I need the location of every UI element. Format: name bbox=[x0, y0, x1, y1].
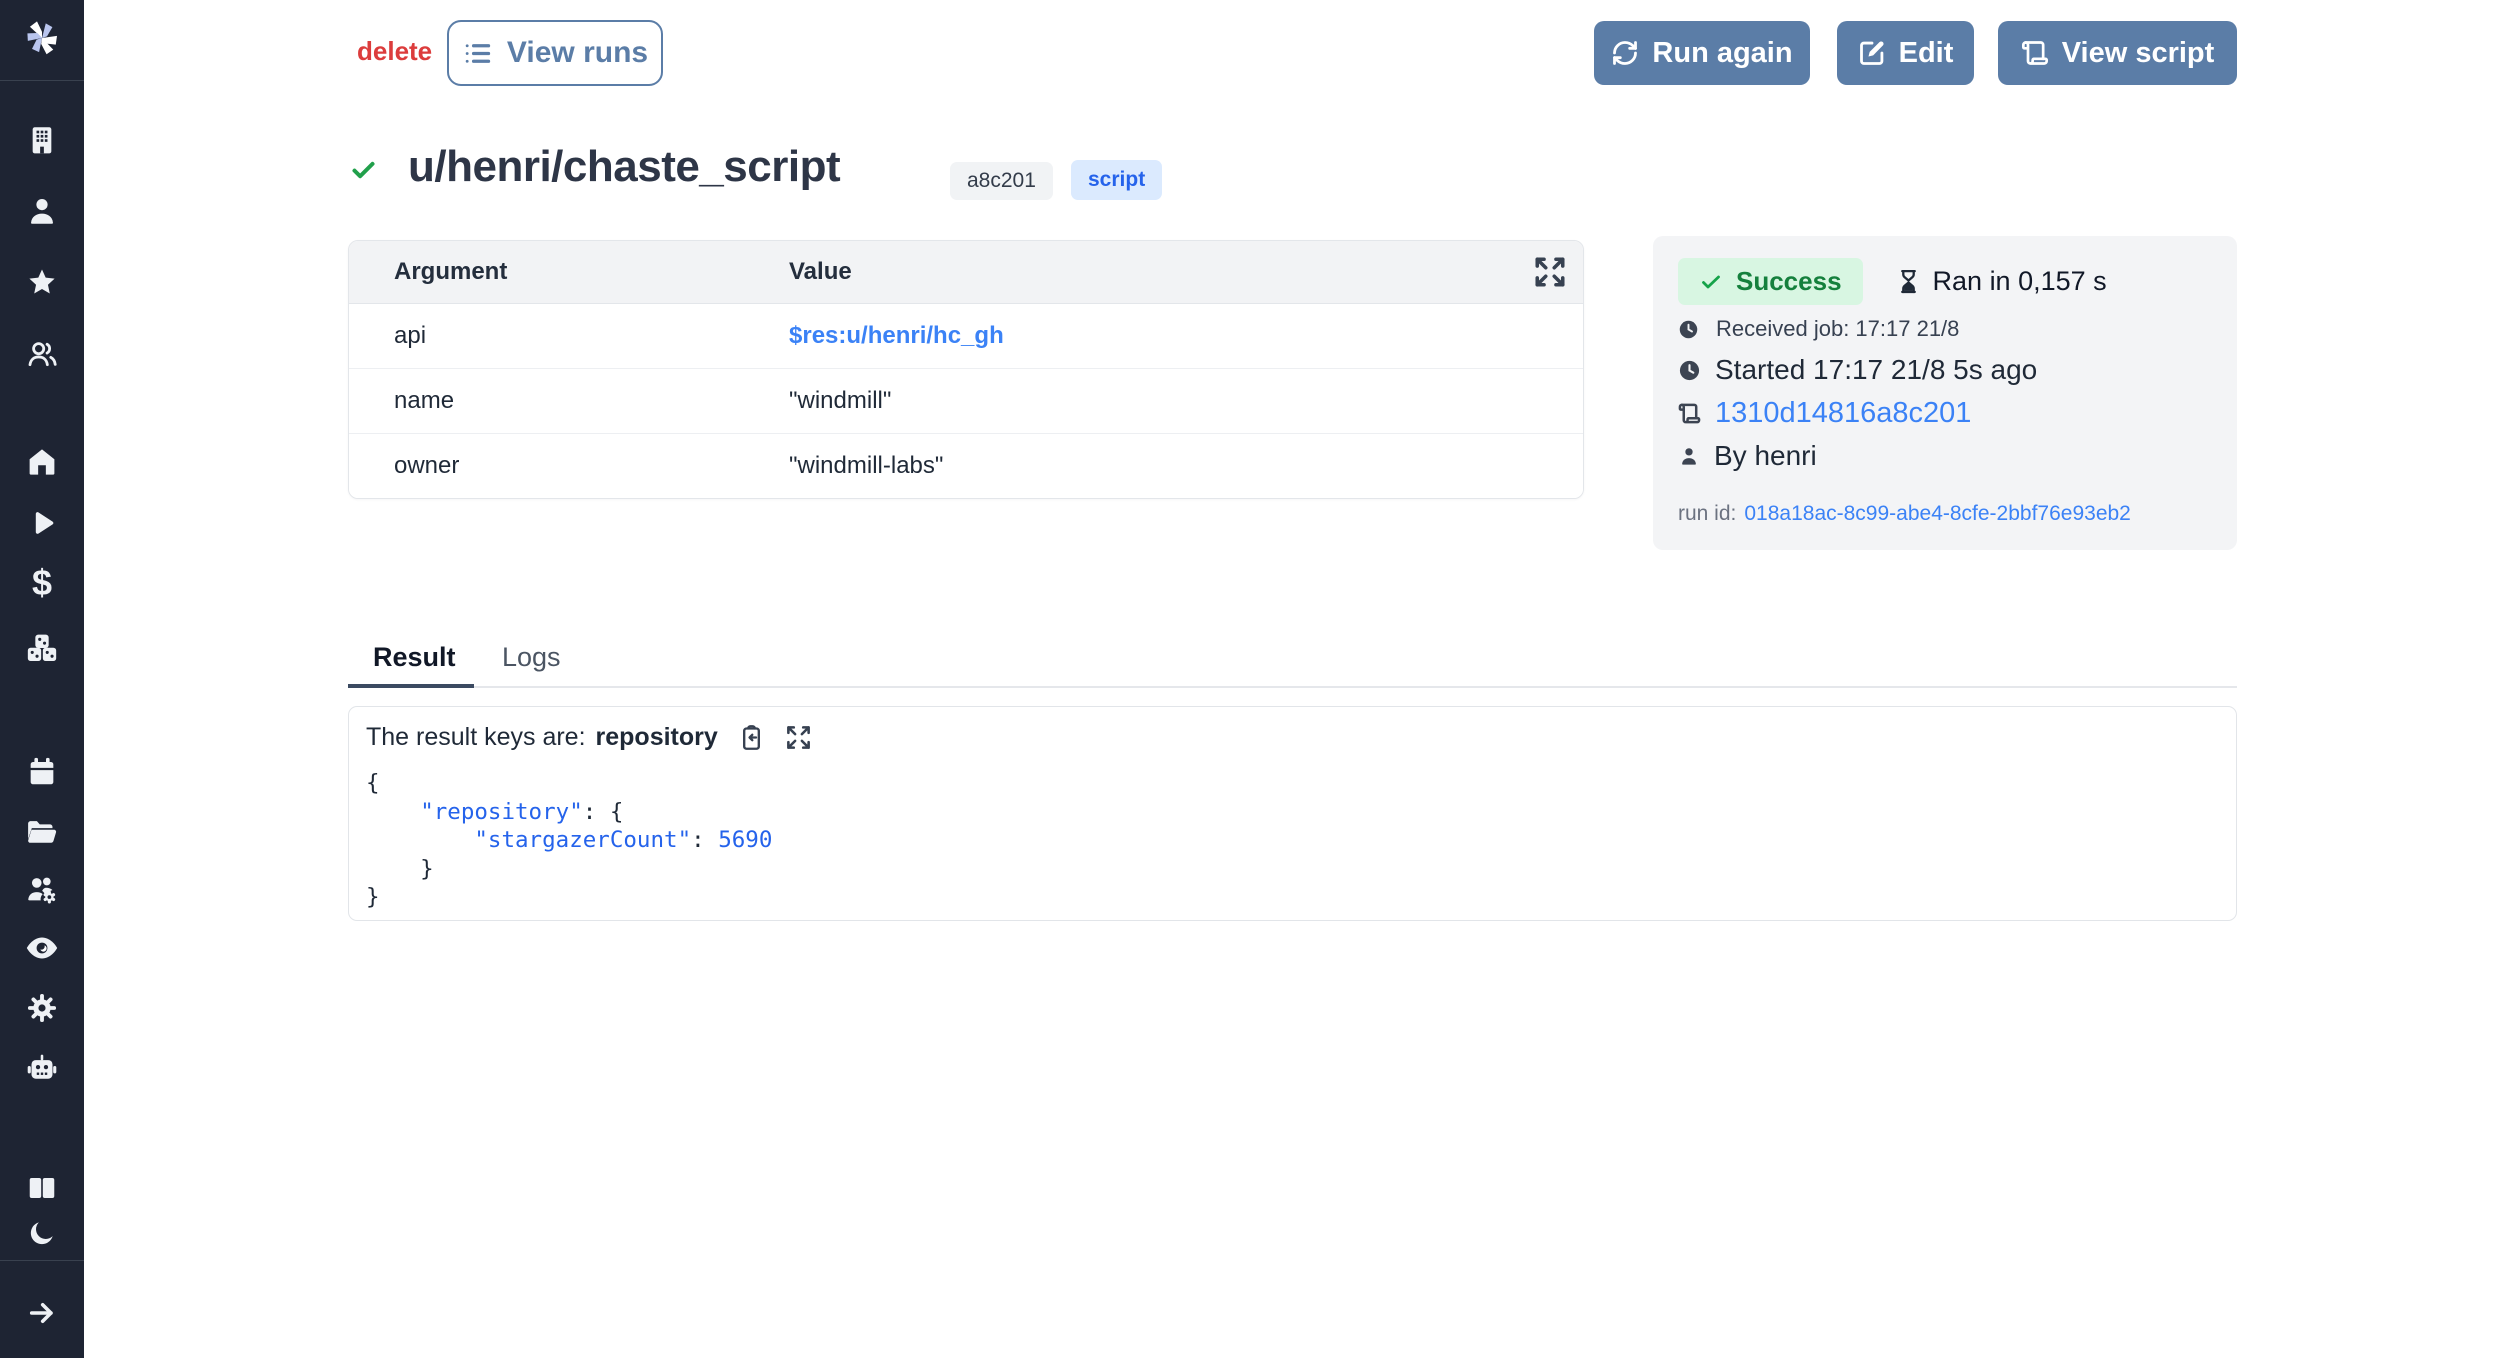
docs-book-icon[interactable] bbox=[26, 1172, 58, 1204]
hash-badge: a8c201 bbox=[950, 162, 1053, 200]
column-header-value: Value bbox=[789, 258, 1583, 286]
page-title: u/henri/chaste_script bbox=[408, 142, 840, 192]
view-runs-label: View runs bbox=[507, 36, 648, 70]
table-row: name "windmill" bbox=[349, 369, 1583, 434]
table-row: api $res:u/henri/hc_gh bbox=[349, 304, 1583, 369]
result-keys-prefix: The result keys are: bbox=[366, 723, 586, 752]
run-status-card: Success Ran in 0,157 s Received job: 17 bbox=[1653, 236, 2237, 550]
workers-robot-icon[interactable] bbox=[25, 1051, 59, 1085]
refresh-icon bbox=[1611, 39, 1639, 67]
view-script-label: View script bbox=[2062, 37, 2215, 70]
variables-dollar-icon[interactable]: $ bbox=[32, 562, 52, 604]
arg-value-resource-link[interactable]: $res:u/henri/hc_gh bbox=[789, 322, 1583, 350]
run-id-row: run id: 018a18ac-8c99-abe4-8cfe-2bbf76e9… bbox=[1678, 502, 2131, 526]
run-author-row: By henri bbox=[1678, 440, 1817, 472]
windmill-logo-icon[interactable] bbox=[17, 13, 67, 63]
arguments-table: Argument Value api $res:u/henri/hc_gh na… bbox=[348, 240, 1584, 499]
run-again-button[interactable]: Run again bbox=[1594, 21, 1810, 85]
arg-name: api bbox=[349, 322, 789, 350]
clock-icon bbox=[1678, 319, 1699, 340]
run-detail-page: $ bbox=[0, 0, 2500, 1358]
status-badge: Success bbox=[1678, 258, 1863, 305]
edit-button[interactable]: Edit bbox=[1837, 21, 1974, 85]
clock-icon bbox=[1678, 359, 1701, 382]
edit-label: Edit bbox=[1899, 37, 1954, 70]
duration-text: Ran in 0,157 s bbox=[1896, 266, 2107, 297]
folders-icon[interactable] bbox=[25, 815, 59, 849]
result-key-name: repository bbox=[596, 723, 718, 752]
runs-play-icon[interactable] bbox=[27, 508, 58, 539]
run-id-label: run id: bbox=[1678, 502, 1736, 526]
favorites-star-icon[interactable] bbox=[25, 266, 59, 300]
copy-clipboard-icon[interactable] bbox=[738, 724, 765, 751]
edit-pencil-icon bbox=[1858, 39, 1886, 67]
resources-boxes-icon[interactable] bbox=[25, 631, 59, 665]
started-row: Started 17:17 21/8 5s ago bbox=[1678, 354, 2037, 386]
sidebar-divider-top bbox=[0, 80, 84, 81]
run-again-label: Run again bbox=[1652, 37, 1792, 70]
workspace-icon[interactable] bbox=[26, 124, 58, 156]
view-runs-button[interactable]: View runs bbox=[447, 20, 663, 86]
job-hash-row: 1310d14816a8c201 bbox=[1678, 397, 1971, 430]
table-row: owner "windmill-labs" bbox=[349, 434, 1583, 498]
tabs-border bbox=[348, 686, 2237, 688]
groups-icon[interactable] bbox=[26, 338, 58, 370]
list-icon bbox=[462, 38, 493, 69]
arg-value: "windmill-labs" bbox=[789, 452, 1583, 480]
collapse-sidebar-arrow-icon[interactable] bbox=[26, 1297, 59, 1330]
person-icon bbox=[1678, 445, 1700, 467]
settings-gear-icon[interactable] bbox=[26, 992, 59, 1025]
user-icon[interactable] bbox=[26, 195, 58, 227]
home-icon[interactable] bbox=[26, 446, 59, 479]
check-icon bbox=[1699, 270, 1723, 294]
sidebar-divider-bottom bbox=[0, 1260, 84, 1261]
arg-name: name bbox=[349, 387, 789, 415]
schedules-calendar-icon[interactable] bbox=[26, 756, 58, 788]
delete-button[interactable]: delete bbox=[357, 36, 432, 67]
result-panel: The result keys are: repository { bbox=[348, 706, 2237, 921]
success-check-icon bbox=[350, 156, 377, 188]
active-tab-underline bbox=[348, 684, 474, 688]
arg-value: "windmill" bbox=[789, 387, 1583, 415]
tab-logs[interactable]: Logs bbox=[502, 642, 561, 673]
script-type-badge: script bbox=[1071, 160, 1162, 200]
view-script-button[interactable]: View script bbox=[1998, 21, 2237, 85]
sidebar: $ bbox=[0, 0, 84, 1358]
arg-name: owner bbox=[349, 452, 789, 480]
expand-result-icon[interactable] bbox=[785, 724, 812, 751]
scroll-icon bbox=[1678, 402, 1701, 425]
received-job-row: Received job: 17:17 21/8 bbox=[1678, 316, 1959, 342]
run-id-link[interactable]: 018a18ac-8c99-abe4-8cfe-2bbf76e93eb2 bbox=[1744, 502, 2130, 526]
column-header-argument: Argument bbox=[349, 258, 789, 286]
arguments-table-header: Argument Value bbox=[349, 241, 1583, 304]
dark-mode-moon-icon[interactable] bbox=[28, 1219, 57, 1248]
expand-table-icon[interactable] bbox=[1533, 255, 1567, 296]
audit-logs-eye-icon[interactable] bbox=[25, 931, 60, 966]
result-json: { "repository": { "stargazerCount": 5690… bbox=[366, 769, 772, 912]
tab-result[interactable]: Result bbox=[373, 642, 456, 673]
scroll-icon bbox=[2021, 39, 2049, 67]
groups-settings-icon[interactable] bbox=[25, 873, 59, 907]
job-hash-link[interactable]: 1310d14816a8c201 bbox=[1715, 397, 1971, 430]
hourglass-icon bbox=[1896, 269, 1921, 294]
